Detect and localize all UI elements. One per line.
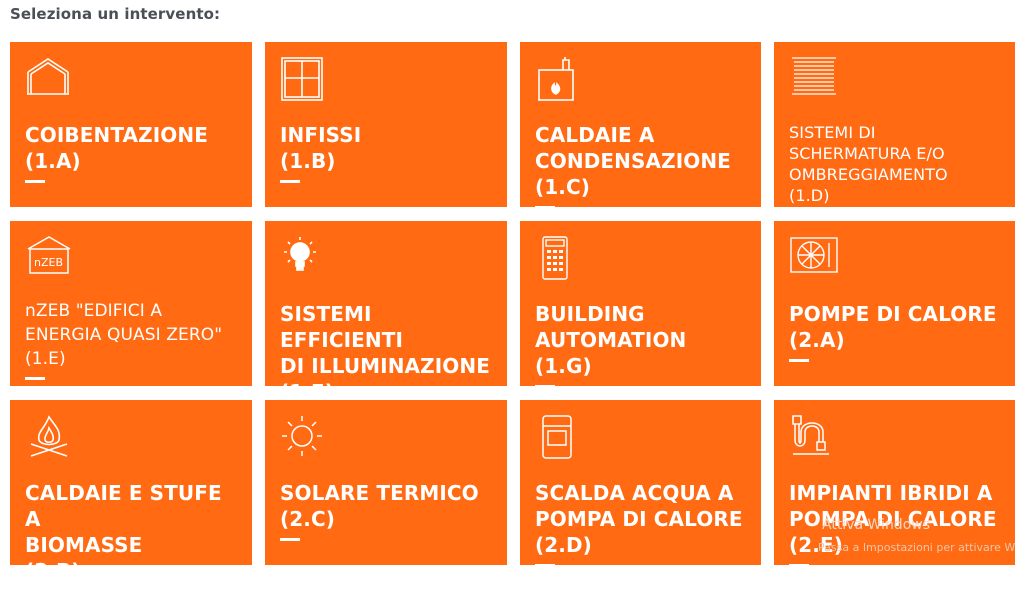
tile-solare-termico[interactable]: SOLARE TERMICO (2.C): [265, 400, 507, 565]
house-insulation-icon: [25, 56, 75, 102]
tile-dash: [535, 385, 555, 388]
nzeb-icon-text: nZEB: [34, 256, 63, 269]
tile-dash: [535, 564, 555, 567]
heat-pump-fan-icon: [789, 235, 839, 281]
intervention-grid: COIBENTAZIONE (1.A) INFISSI (1.B) CALDAI…: [10, 42, 1015, 593]
tile-biomasse[interactable]: CALDAIE E STUFE A BIOMASSE (2.B): [10, 400, 252, 593]
keypad-controller-icon: [535, 235, 585, 281]
tile-label: SISTEMI DI SCHERMATURA E/O OMBREGGIAMENT…: [789, 123, 948, 205]
hybrid-pipes-icon: [789, 414, 839, 460]
tile-label: CALDAIE E STUFE A BIOMASSE (2.B): [25, 481, 222, 583]
tile-dash: [789, 359, 809, 362]
windows-activation-subtitle: Passa a Impostazioni per attivare W: [818, 541, 1016, 554]
tile-schermatura[interactable]: SISTEMI DI SCHERMATURA E/O OMBREGGIAMENT…: [774, 42, 1015, 207]
tile-dash: [25, 180, 45, 183]
fire-biomass-icon: [25, 414, 75, 460]
page-title: Seleziona un intervento:: [10, 5, 221, 23]
tile-label: SISTEMI EFFICIENTI DI ILLUMINAZIONE (1.F…: [280, 302, 490, 404]
tile-pompe-calore[interactable]: POMPE DI CALORE (2.A): [774, 221, 1015, 386]
tile-dash: [280, 180, 300, 183]
light-bulb-icon: [280, 235, 330, 281]
tile-label: COIBENTAZIONE (1.A): [25, 123, 208, 173]
water-heater-icon: [535, 414, 585, 460]
sun-shading-blinds-icon: [789, 56, 839, 102]
windows-activation-title: Attiva Windows: [822, 517, 931, 533]
tile-scalda-acqua[interactable]: SCALDA ACQUA A POMPA DI CALORE (2.D): [520, 400, 761, 567]
tile-dash: [789, 564, 809, 567]
tile-label: SOLARE TERMICO (2.C): [280, 481, 479, 531]
tile-label: CALDAIE A CONDENSAZIONE (1.C): [535, 123, 731, 199]
tile-label: SCALDA ACQUA A POMPA DI CALORE (2.D): [535, 481, 743, 557]
tile-dash: [25, 377, 45, 380]
tile-label: nZEB "EDIFICI A ENERGIA QUASI ZERO" (1.E…: [25, 301, 223, 369]
tile-dash: [280, 538, 300, 541]
sun-icon: [280, 414, 330, 460]
tile-label: BUILDING AUTOMATION (1.G): [535, 302, 687, 378]
tile-dash: [535, 206, 555, 209]
tile-label: POMPE DI CALORE (2.A): [789, 302, 997, 352]
nzeb-house-icon: nZEB: [25, 235, 75, 281]
window-frame-icon: [280, 56, 330, 102]
tile-building-automation[interactable]: BUILDING AUTOMATION (1.G): [520, 221, 761, 388]
tile-caldaie-condensazione[interactable]: CALDAIE A CONDENSAZIONE (1.C): [520, 42, 761, 209]
tile-infissi[interactable]: INFISSI (1.B): [265, 42, 507, 207]
boiler-icon: [535, 56, 585, 102]
tile-coibentazione[interactable]: COIBENTAZIONE (1.A): [10, 42, 252, 207]
tile-illuminazione[interactable]: SISTEMI EFFICIENTI DI ILLUMINAZIONE (1.F…: [265, 221, 507, 414]
tile-label: INFISSI (1.B): [280, 123, 362, 173]
tile-nzeb[interactable]: nZEB nZEB "EDIFICI A ENERGIA QUASI ZERO"…: [10, 221, 252, 386]
